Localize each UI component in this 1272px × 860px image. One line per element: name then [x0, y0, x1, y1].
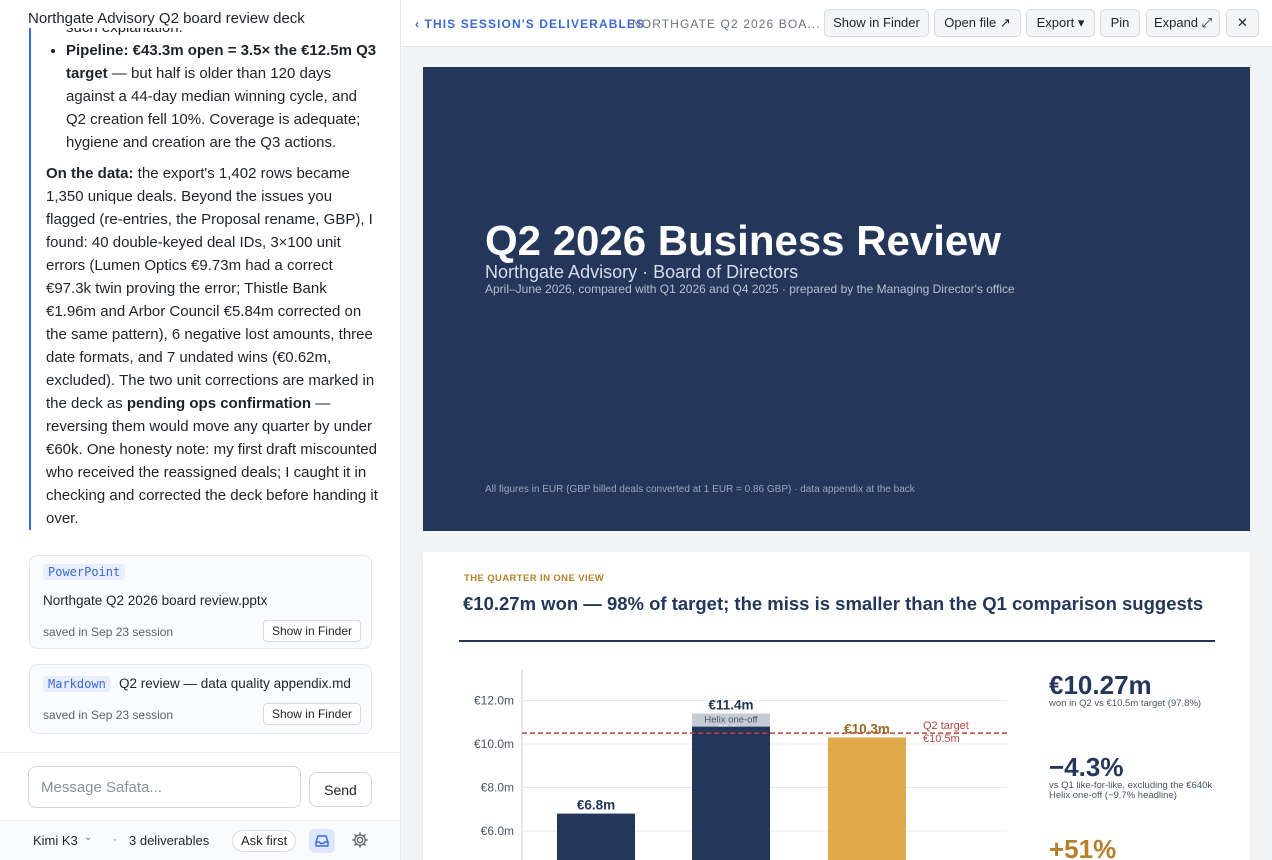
bar-value-label: €6.8m [577, 798, 615, 813]
slide-title: Q2 2026 Business Review [485, 217, 1001, 264]
target-label: Q2 target [923, 720, 969, 732]
model-selector[interactable]: Kimi K3 [33, 833, 78, 848]
title-slide: Q2 2026 Business Review Northgate Adviso… [423, 67, 1250, 531]
bar-value-label: €11.4m [708, 698, 753, 713]
y-tick-label: €6.0m [481, 824, 514, 838]
bullet-list: Pipeline: €43.3m open = 3.5× the €12.5m … [46, 39, 379, 154]
kpi-value: +51% [1049, 834, 1117, 860]
file-name: Northgate Q2 2026 board review.pptx [43, 593, 268, 608]
file-type-tag: Markdown [43, 676, 111, 692]
deliverable-card-pptx[interactable]: PowerPoint Northgate Q2 2026 board revie… [29, 555, 372, 649]
slide-subtitle: Northgate Advisory · Board of Directors [485, 262, 799, 282]
pipeline-text: — but half is older than 120 days agains… [66, 65, 361, 151]
target-value-label: €10.5m [923, 733, 960, 745]
kpi-caption: vs Q1 like-for-like, excluding the €640k… [1049, 780, 1213, 801]
y-tick-label: €12.0m [474, 694, 514, 708]
assistant-message: such explanation. Pipeline: €43.3m open … [29, 28, 379, 530]
permission-mode-toggle[interactable]: Ask first [232, 830, 297, 852]
deliverable-card-md[interactable]: Markdown Q2 review — data quality append… [29, 664, 372, 734]
export-button[interactable]: Export ▾ [1026, 9, 1095, 37]
saved-note: saved in Sep 23 session [43, 708, 174, 722]
conversation-title: Northgate Advisory Q2 board review deck [28, 10, 305, 27]
bar [557, 813, 635, 860]
open-file-button[interactable]: Open file ↗ [934, 9, 1021, 37]
y-tick-label: €10.0m [474, 737, 514, 751]
data-paragraph: On the data: the export's 1,402 rows bec… [46, 162, 379, 530]
chevron-down-icon[interactable]: ⌄ [84, 832, 92, 843]
kpi-caption: won in Q2 vs €10.5m target (97.8%) [1049, 698, 1202, 709]
saved-note: saved in Sep 23 session [43, 625, 174, 639]
data-text-1: the export's 1,402 rows became 1,350 uni… [46, 165, 375, 412]
show-in-finder-button[interactable]: Show in Finder [262, 703, 361, 725]
chat-pane: Northgate Advisory Q2 board review deck … [0, 0, 401, 860]
bar [828, 737, 906, 860]
data-bold: On the data: [46, 165, 134, 182]
expand-button[interactable]: Expand ⤢ [1146, 9, 1220, 37]
gear-icon[interactable] [351, 831, 369, 854]
inbox-icon[interactable] [309, 829, 335, 853]
slide-footnote: All figures in EUR (GBP billed deals con… [485, 484, 915, 495]
y-tick-label: €8.0m [481, 781, 514, 795]
data-bold-2: pending ops confirmation [126, 395, 312, 412]
file-name: Q2 review — data quality appendix.md [119, 676, 351, 691]
document-title: NORTHGATE Q2 2026 BOA... [632, 17, 821, 31]
back-to-deliverables-link[interactable]: ‹ THIS SESSION'S DELIVERABLES [415, 17, 645, 31]
message-scroll-area[interactable]: such explanation. Pipeline: €43.3m open … [0, 28, 400, 752]
viewer-toolbar: ‹ THIS SESSION'S DELIVERABLES NORTHGATE … [401, 0, 1272, 47]
send-button[interactable]: Send [309, 772, 372, 807]
file-type-tag: PowerPoint [43, 564, 126, 580]
show-in-finder-button[interactable]: Show in Finder [262, 620, 361, 642]
message-input[interactable]: Message Safata... [28, 766, 301, 808]
bar-value-label: €10.3m [844, 721, 890, 736]
pipeline-bullet: Pipeline: €43.3m open = 3.5× the €12.5m … [66, 39, 379, 154]
summary-slide: THE QUARTER IN ONE VIEW €10.27m won — 98… [423, 552, 1250, 860]
truncated-line: such explanation. [46, 28, 379, 39]
slide-description: April–June 2026, compared with Q1 2026 a… [485, 282, 1015, 296]
message-placeholder: Message Safata... [41, 779, 162, 796]
status-bar: Kimi K3 ⌄ · 3 deliverables Ask first [0, 820, 400, 860]
document-viewer: ‹ THIS SESSION'S DELIVERABLES NORTHGATE … [401, 0, 1272, 860]
kpi-value: €10.27m [1049, 670, 1152, 700]
divider [0, 752, 400, 753]
kpi-value: −4.3% [1049, 752, 1124, 782]
pin-button[interactable]: Pin [1100, 9, 1140, 37]
show-in-finder-button[interactable]: Show in Finder [824, 9, 929, 37]
close-button[interactable]: ✕ [1226, 9, 1259, 37]
bar [692, 726, 770, 860]
separator-dot: · [113, 832, 117, 846]
deliverables-count[interactable]: 3 deliverables [129, 833, 209, 848]
data-text-2: — reversing them would move any quarter … [46, 395, 378, 527]
